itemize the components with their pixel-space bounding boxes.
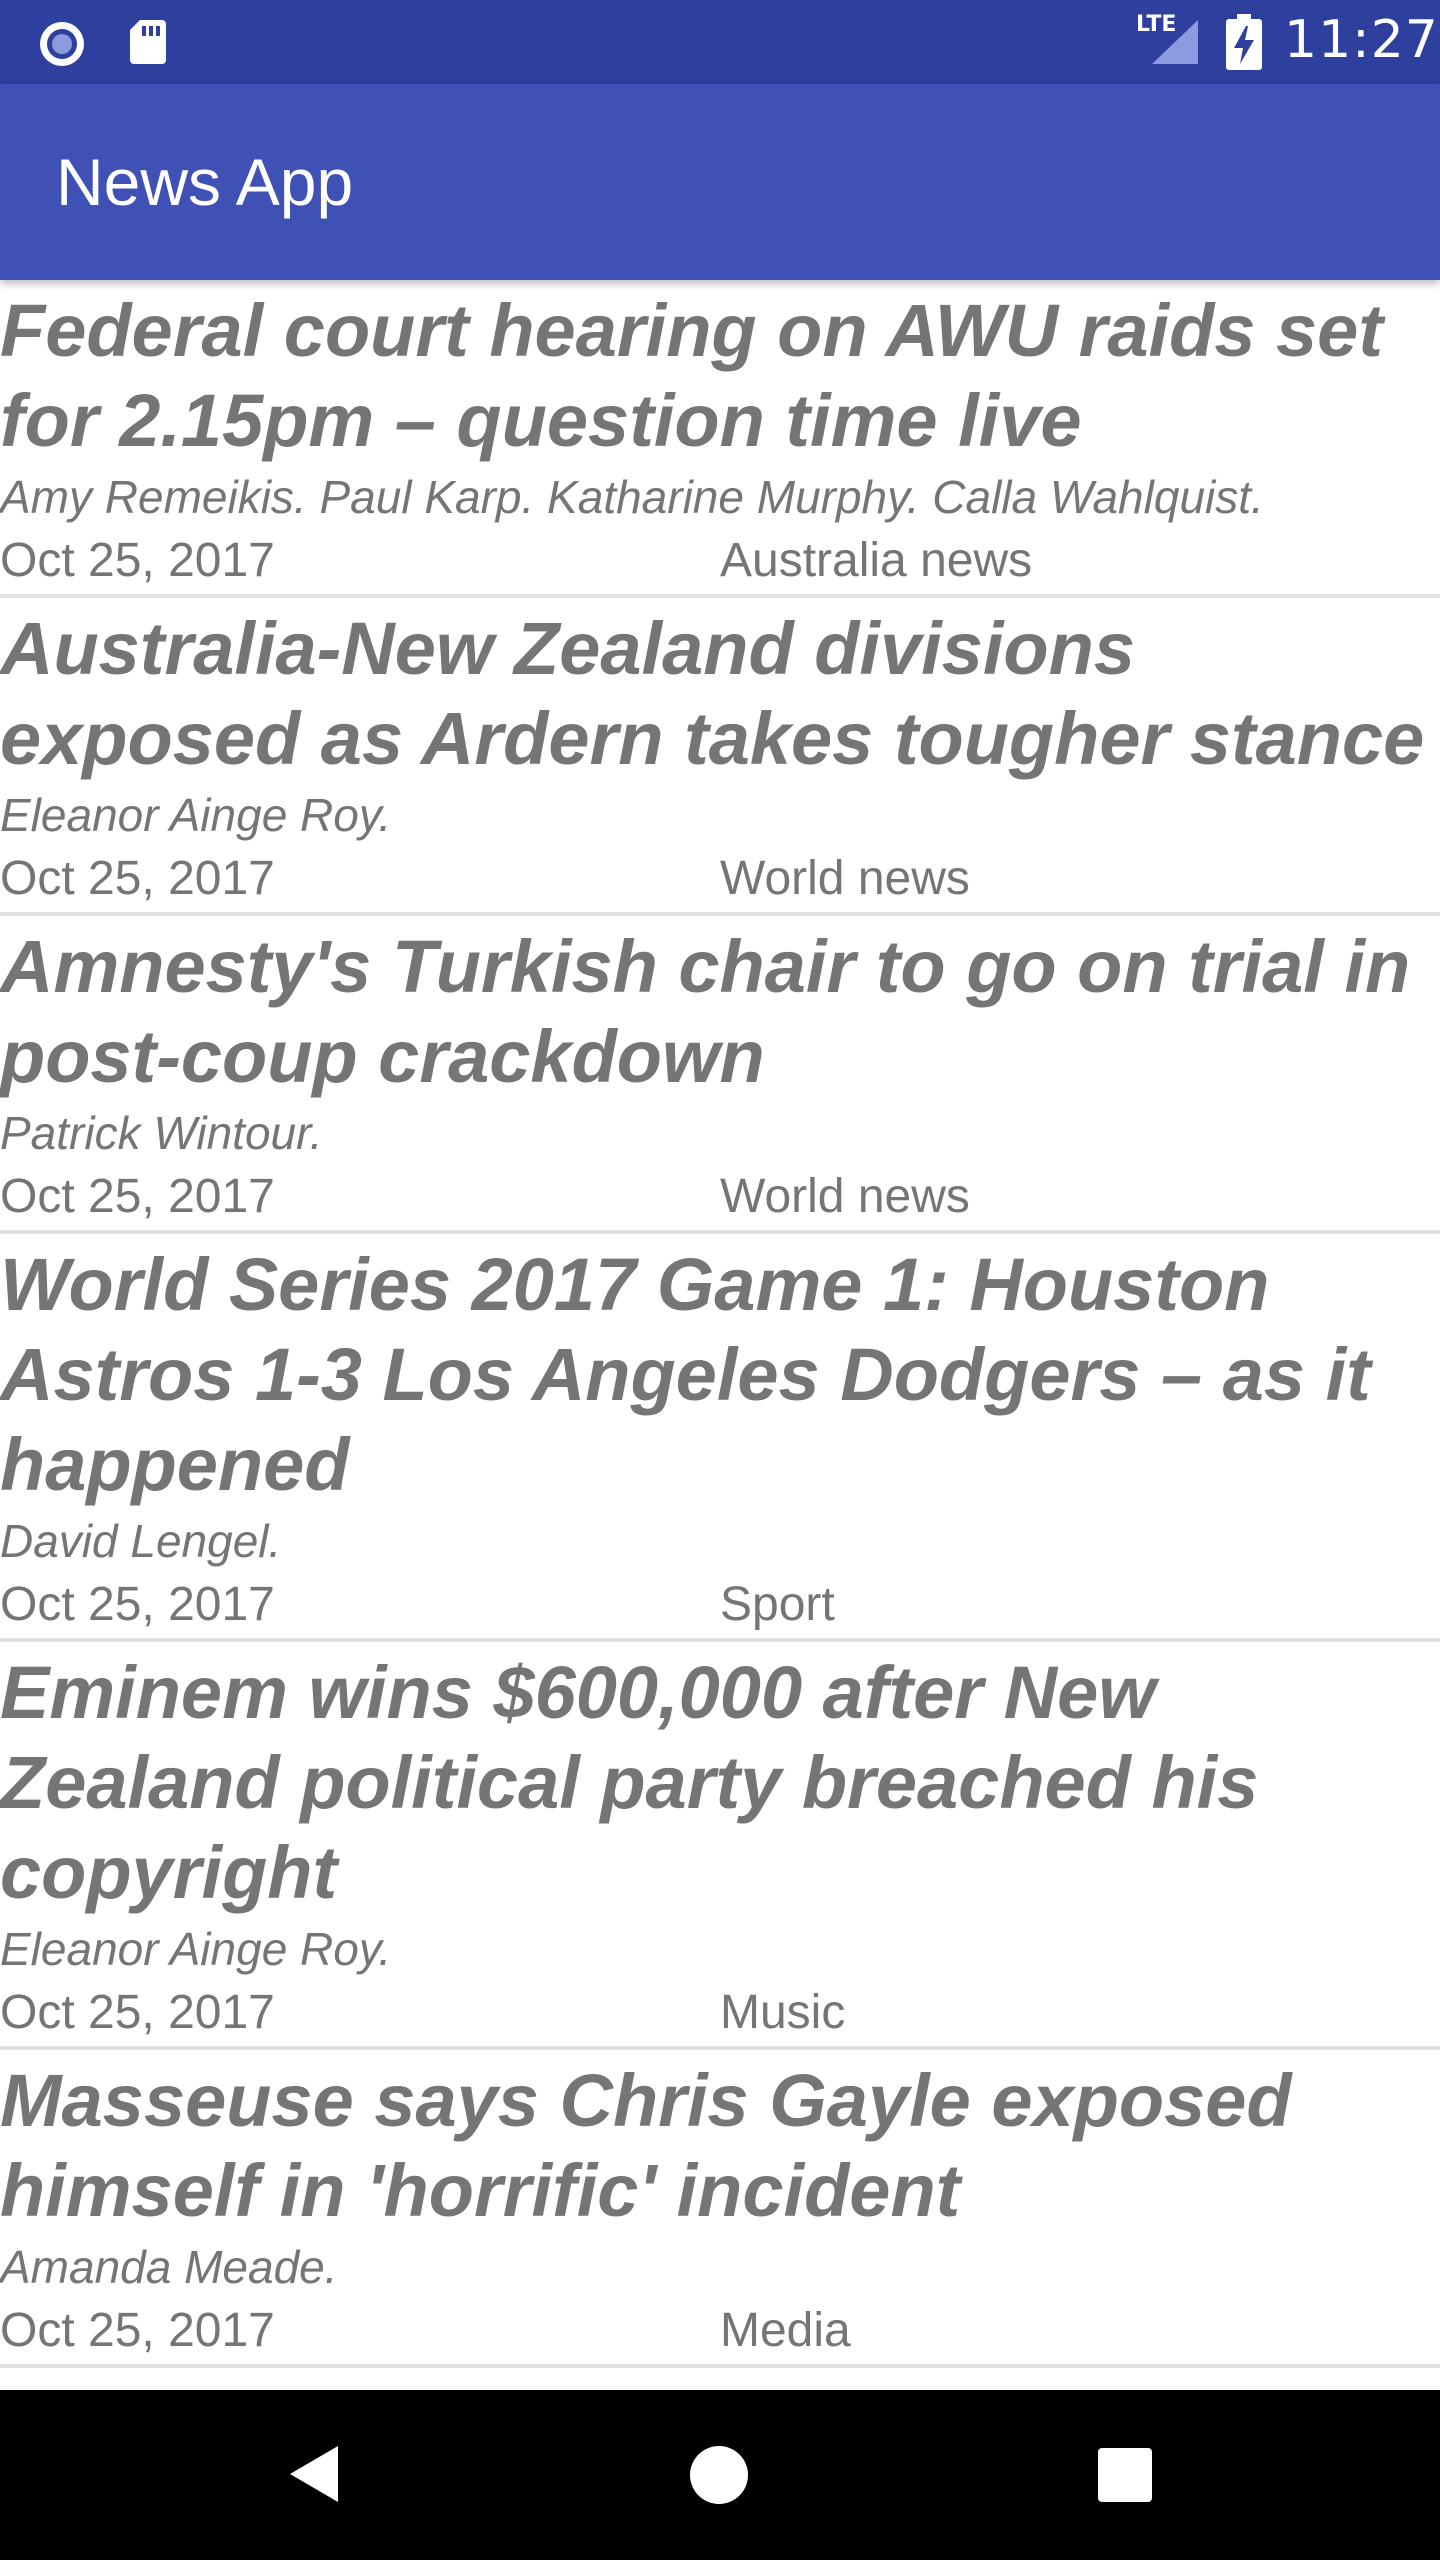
sd-card-icon [130,20,166,64]
article-headline: Australia-New Zealand divisions exposed … [0,607,1425,780]
article-item[interactable]: Eminem wins $600,000 after New Zealand p… [0,1642,1440,2050]
article-date: Oct 25, 2017 [0,2304,275,2357]
article-headline: Federal court hearing on AWU raids set f… [0,289,1383,462]
app-bar: News App [0,84,1440,280]
article-item[interactable]: World Series 2017 Game 1: Houston Astros… [0,1234,1440,1642]
article-authors: Amy Remeikis. Paul Karp. Katharine Murph… [0,471,1264,523]
back-icon[interactable] [286,2442,342,2506]
article-section: World news [720,1170,970,1223]
home-icon[interactable] [690,2446,748,2504]
article-date: Oct 25, 2017 [0,1170,275,1223]
article-date: Oct 25, 2017 [0,1578,275,1631]
status-bar: LTE 11:27 [0,0,1440,84]
article-item[interactable]: Masseuse says Chris Gayle exposed himsel… [0,2050,1440,2368]
article-section: Music [720,1986,846,2039]
recents-icon[interactable] [1098,2448,1152,2502]
article-date: Oct 25, 2017 [0,852,275,905]
article-section: Sport [720,1578,835,1631]
article-headline: Amnesty's Turkish chair to go on trial i… [0,925,1411,1098]
article-authors: Eleanor Ainge Roy. [0,789,392,841]
article-date: Oct 25, 2017 [0,1986,275,2039]
article-headline: The Letdown review – an affecting portra… [0,2368,1440,2390]
article-meta: Oct 25, 2017 World news [0,846,1440,912]
article-meta: Oct 25, 2017 Media [0,2298,1440,2364]
lte-signal-icon [1152,20,1198,64]
article-authors: Amanda Meade. [0,2241,338,2293]
article-headline: Eminem wins $600,000 after New Zealand p… [0,1651,1259,1914]
article-item[interactable]: Federal court hearing on AWU raids set f… [0,280,1440,598]
article-list[interactable]: Federal court hearing on AWU raids set f… [0,280,1440,2390]
app-title: News App [56,145,354,219]
article-meta: Oct 25, 2017 World news [0,1164,1440,1230]
status-time: 11:27 [1284,10,1439,70]
notification-circle-icon [40,22,84,66]
article-item[interactable]: Australia-New Zealand divisions exposed … [0,598,1440,916]
article-item[interactable]: Amnesty's Turkish chair to go on trial i… [0,916,1440,1234]
article-section: Media [720,2304,851,2357]
article-section: Australia news [720,534,1033,587]
article-authors: Eleanor Ainge Roy. [0,1923,392,1975]
article-meta: Oct 25, 2017 Music [0,1980,1440,2046]
article-date: Oct 25, 2017 [0,534,275,587]
article-headline: World Series 2017 Game 1: Houston Astros… [0,1243,1371,1506]
article-authors: Patrick Wintour. [0,1107,323,1159]
article-meta: Oct 25, 2017 Australia news [0,528,1440,594]
battery-charging-icon [1226,14,1262,70]
navigation-bar [0,2390,1440,2560]
article-authors: David Lengel. [0,1515,282,1567]
article-meta: Oct 25, 2017 Sport [0,1572,1440,1638]
article-item[interactable]: The Letdown review – an affecting portra… [0,2368,1440,2390]
article-headline: Masseuse says Chris Gayle exposed himsel… [0,2059,1292,2232]
article-section: World news [720,852,970,905]
